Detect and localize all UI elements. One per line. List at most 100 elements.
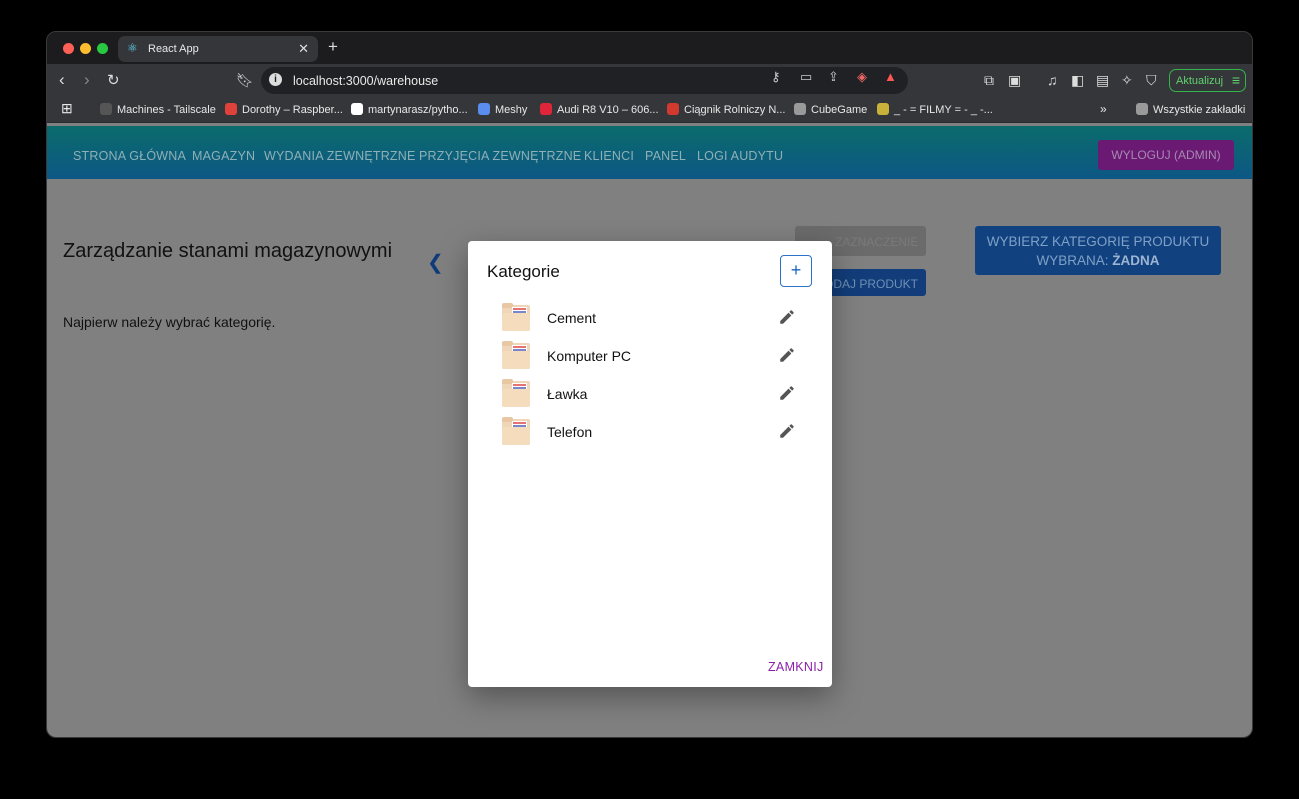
nav-home[interactable]: STRONA GŁÓWNA <box>73 149 186 163</box>
category-name: Komputer PC <box>547 348 632 364</box>
folder-icon <box>1136 103 1148 115</box>
selection-label: ZAZNACZENIE <box>835 235 919 249</box>
minimize-window-button[interactable] <box>80 43 91 54</box>
bookmark-4-icon <box>540 103 552 115</box>
media-icon[interactable]: ♫ <box>1047 72 1058 88</box>
apps-icon[interactable]: ⊞ <box>61 100 73 117</box>
bookmark-3-label: Meshy <box>495 104 528 116</box>
bookmark-7-label: _ - = FILMY = - _ -... <box>894 104 993 116</box>
brave-rewards-icon[interactable]: ▲ <box>884 69 897 84</box>
update-button[interactable]: Aktualizuj ≡ <box>1169 69 1246 92</box>
bookmark-5-label: Ciągnik Rolniczy N... <box>684 104 786 116</box>
nav-clients[interactable]: KLIENCI <box>584 149 634 163</box>
close-window-button[interactable] <box>63 43 74 54</box>
nav-warehouse[interactable]: MAGAZYN <box>192 149 255 163</box>
maximize-window-button[interactable] <box>97 43 108 54</box>
bookmark-6-label: CubeGame <box>811 104 868 116</box>
category-item[interactable]: Telefon <box>502 417 802 448</box>
bookmark-0-label: Machines - Tailscale <box>117 104 216 116</box>
page-title: Zarządzanie stanami magazynowymi <box>63 240 393 262</box>
bookmark-7[interactable]: _ - = FILMY = - _ -... <box>877 103 993 116</box>
selected-value: ŻADNA <box>1112 253 1160 268</box>
category-name: Ławka <box>547 386 588 402</box>
app-navbar: STRONA GŁÓWNA MAGAZYN WYDANIA ZEWNĘTRZNE… <box>47 126 1252 179</box>
folder-icon <box>502 379 530 407</box>
vpn-icon[interactable]: ⛉ <box>1146 72 1157 89</box>
categories-dialog: Kategorie + Cement Komputer PC Ławka Tel… <box>468 241 832 687</box>
browser-tab[interactable]: ⚛ React App ✕ <box>118 36 318 62</box>
reload-icon[interactable]: ↻ <box>107 71 120 89</box>
react-icon: ⚛ <box>127 41 138 55</box>
sidebar-icon[interactable]: ◧ <box>1071 72 1084 89</box>
bookmark-icon[interactable]: 🔖︎ <box>236 72 254 89</box>
bookmark-1-icon <box>225 103 237 115</box>
close-tab-icon[interactable]: ✕ <box>298 41 309 57</box>
category-name: Cement <box>547 310 597 326</box>
folder-icon <box>502 417 530 445</box>
bookmark-3[interactable]: Meshy <box>478 103 527 116</box>
new-tab-icon[interactable]: + <box>328 37 338 57</box>
screenshot-icon[interactable]: ▣ <box>1008 72 1021 89</box>
add-category-button[interactable]: + <box>780 255 812 287</box>
edit-icon[interactable] <box>778 384 796 402</box>
choose-category-line1: WYBIERZ KATEGORIĘ PRODUKTU <box>986 234 1210 249</box>
bookmark-2-label: martynarasz/pytho... <box>368 104 468 116</box>
nav-external-issues[interactable]: WYDANIA ZEWNĘTRZNE <box>264 149 416 163</box>
extensions-icon[interactable]: ⧉ <box>984 72 994 89</box>
tab-title: React App <box>148 43 199 55</box>
edit-icon[interactable] <box>778 308 796 326</box>
bookmark-5-icon <box>667 103 679 115</box>
logout-button[interactable]: WYLOGUJ (ADMIN) <box>1098 140 1234 170</box>
all-bookmarks[interactable]: Wszystkie zakładki <box>1136 103 1245 116</box>
dialog-title: Kategorie <box>487 262 560 281</box>
browser-toolbar: ‹ › ↻ 🔖︎ i localhost:3000/warehouse ⚷ ▭ … <box>47 64 1252 97</box>
category-name: Telefon <box>547 424 593 440</box>
folder-icon <box>502 341 530 369</box>
bookmark-7-icon <box>877 103 889 115</box>
bookmarks-bar: ⊞ Machines - Tailscale Dorothy – Raspber… <box>47 97 1252 123</box>
chevron-left-icon[interactable]: ❮ <box>427 250 444 275</box>
category-item[interactable]: Cement <box>502 303 802 334</box>
choose-category-button[interactable]: WYBIERZ KATEGORIĘ PRODUKTU WYBRANA: ŻADN… <box>975 226 1221 275</box>
key-icon[interactable]: ⚷ <box>771 69 781 85</box>
more-bookmarks-icon[interactable]: » <box>1100 102 1107 116</box>
nav-panel[interactable]: PANEL <box>645 149 686 163</box>
bookmark-5[interactable]: Ciągnik Rolniczy N... <box>667 103 785 116</box>
update-label: Aktualizuj <box>1176 75 1224 87</box>
cast-icon[interactable]: ▭ <box>800 69 812 85</box>
category-item[interactable]: Ławka <box>502 379 802 410</box>
wallet-icon[interactable]: ▤ <box>1096 72 1109 89</box>
edit-icon[interactable] <box>778 422 796 440</box>
folder-icon <box>502 303 530 331</box>
bookmark-2[interactable]: martynarasz/pytho... <box>351 103 468 116</box>
category-item[interactable]: Komputer PC <box>502 341 802 372</box>
back-icon[interactable]: ‹ <box>59 70 65 90</box>
selected-prefix: WYBRANA: <box>1036 253 1113 268</box>
nav-external-receipts[interactable]: PRZYJĘCIA ZEWNĘTRZNE <box>419 149 581 163</box>
leo-ai-icon[interactable]: ✧ <box>1121 72 1133 89</box>
bookmark-6[interactable]: CubeGame <box>794 103 867 116</box>
bookmark-1[interactable]: Dorothy – Raspber... <box>225 103 343 116</box>
bookmark-1-label: Dorothy – Raspber... <box>242 104 343 116</box>
bookmark-4-label: Audi R8 V10 – 606... <box>557 104 659 116</box>
edit-icon[interactable] <box>778 346 796 364</box>
page-content: STRONA GŁÓWNA MAGAZYN WYDANIA ZEWNĘTRZNE… <box>47 123 1252 737</box>
github-icon <box>351 103 363 115</box>
all-bookmarks-label: Wszystkie zakładki <box>1153 104 1246 116</box>
bookmark-0[interactable]: Machines - Tailscale <box>100 103 216 116</box>
bookmark-3-icon <box>478 103 490 115</box>
bookmark-4[interactable]: Audi R8 V10 – 606... <box>540 103 659 116</box>
close-dialog-button[interactable]: ZAMKNIJ <box>768 660 824 674</box>
url-text: localhost:3000/warehouse <box>293 74 439 88</box>
nav-audit-logs[interactable]: LOGI AUDYTU <box>697 149 783 163</box>
share-icon[interactable]: ⇪ <box>828 69 839 85</box>
site-info-icon[interactable]: i <box>269 73 282 86</box>
forward-icon[interactable]: › <box>84 70 90 90</box>
bookmark-0-icon <box>100 103 112 115</box>
choose-category-line2: WYBRANA: ŻADNA <box>975 251 1221 270</box>
browser-window: ⚛ React App ✕ + ‹ › ↻ 🔖︎ i localhost:300… <box>46 31 1253 738</box>
brave-shield-icon[interactable]: ◈ <box>857 69 867 85</box>
page-note: Najpierw należy wybrać kategorię. <box>63 314 276 330</box>
menu-icon: ≡ <box>1231 72 1240 88</box>
folder-icon <box>794 103 806 115</box>
